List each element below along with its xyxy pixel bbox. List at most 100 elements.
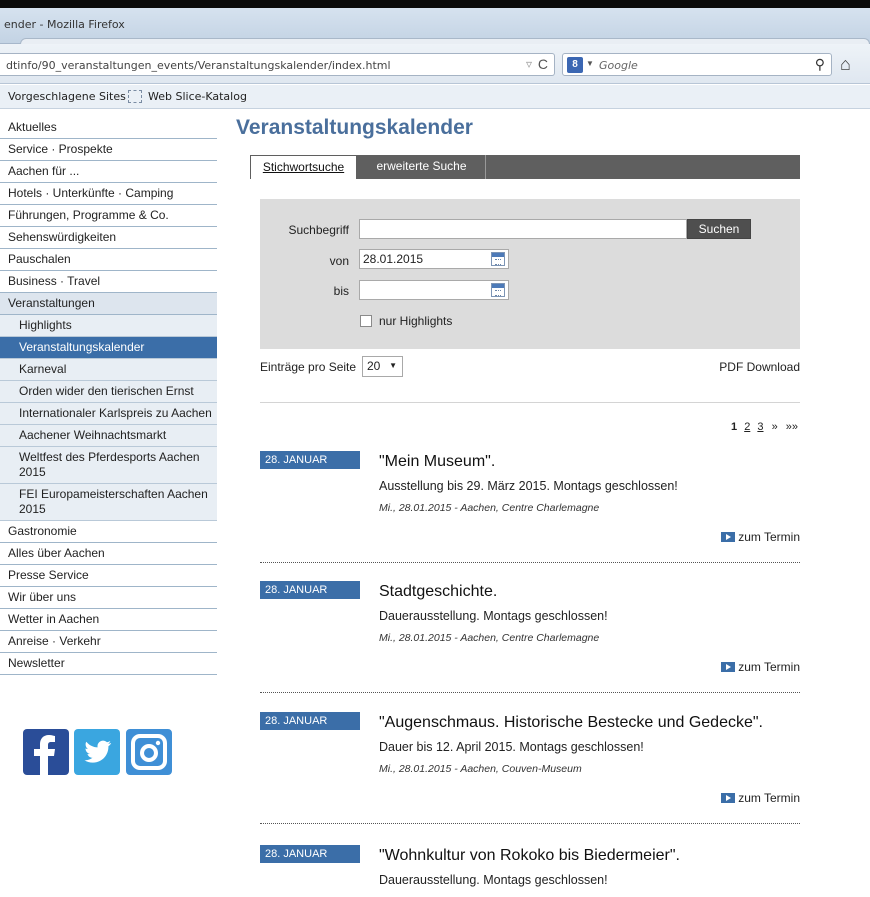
event-separator — [260, 562, 800, 563]
window-title: ender - Mozilla Firefox — [4, 18, 125, 31]
tab-stichwortsuche[interactable]: Stichwortsuche — [250, 155, 357, 179]
navigation-toolbar: dtinfo/90_veranstaltungen_events/Veranst… — [0, 44, 870, 84]
sidebar-item-business[interactable]: Business · Travel — [0, 271, 217, 293]
search-tabs: Stichwortsuche erweiterte Suche — [250, 155, 800, 179]
search-icon[interactable]: ⚲ — [815, 56, 825, 73]
calendar-icon[interactable] — [491, 252, 505, 266]
sidebar-item-alles-ueber-aachen[interactable]: Alles über Aachen — [0, 543, 217, 565]
event-details-link[interactable]: zum Termin — [721, 530, 800, 544]
pdf-download-link[interactable]: PDF Download — [719, 360, 800, 374]
event-meta: Mi., 28.01.2015 - Aachen, Centre Charlem… — [379, 502, 600, 514]
sidebar-item-anreise[interactable]: Anreise · Verkehr — [0, 631, 217, 653]
event-date-badge: 28. JANUAR — [260, 451, 360, 469]
page-link-2[interactable]: 2 — [744, 421, 750, 433]
sidebar-item-service[interactable]: Service · Prospekte — [0, 139, 217, 161]
sidebar-item-gastronomie[interactable]: Gastronomie — [0, 521, 217, 543]
chevron-down-icon: ▼ — [389, 361, 397, 370]
event-meta: Mi., 28.01.2015 - Aachen, Couven-Museum — [379, 763, 582, 775]
search-placeholder: Google — [599, 59, 638, 72]
event-link-label: zum Termin — [738, 530, 800, 544]
event-description: Dauer bis 12. April 2015. Montags geschl… — [379, 740, 644, 754]
url-text: dtinfo/90_veranstaltungen_events/Veranst… — [6, 59, 391, 72]
engine-dropdown-icon[interactable]: ▼ — [586, 59, 594, 68]
event-description: Ausstellung bis 29. März 2015. Montags g… — [379, 479, 678, 493]
sidebar-item-pauschalen[interactable]: Pauschalen — [0, 249, 217, 271]
per-page-value: 20 — [367, 359, 381, 373]
from-date-value: 28.01.2015 — [363, 252, 424, 266]
search-button[interactable]: Suchen — [687, 219, 751, 239]
event-title: "Augenschmaus. Historische Bestecke und … — [379, 714, 763, 731]
event-separator — [260, 692, 800, 693]
arrow-right-icon — [721, 793, 736, 803]
sidebar-item-fuehrungen[interactable]: Führungen, Programme & Co. — [0, 205, 217, 227]
to-date-input[interactable] — [359, 280, 509, 300]
home-icon[interactable]: ⌂ — [840, 54, 851, 75]
sidebar-item-wetter[interactable]: Wetter in Aachen — [0, 609, 217, 631]
search-form: Suchbegriff Suchen von 28.01.2015 bis nu… — [260, 199, 800, 349]
to-label: bis — [333, 284, 349, 298]
sidebar-item-aachen-fuer[interactable]: Aachen für ... — [0, 161, 217, 183]
reload-icon[interactable]: C — [538, 56, 548, 72]
submenu-item-weltfest[interactable]: Weltfest des Pferdesports Aachen 2015 — [0, 447, 217, 484]
per-page-label: Einträge pro Seite — [260, 360, 357, 374]
event-title: Stadtgeschichte. — [379, 583, 498, 600]
bookmark-star-icon[interactable]: ▿ — [526, 57, 532, 71]
submenu-item-orden[interactable]: Orden wider den tierischen Ernst — [0, 381, 217, 403]
bookmarks-toolbar: Vorgeschlagene Sites Web Slice-Katalog — [0, 85, 870, 109]
facebook-icon[interactable] — [23, 729, 69, 775]
event-description: Dauerausstellung. Montags geschlossen! — [379, 873, 608, 887]
sidebar-nav: Aktuelles Service · Prospekte Aachen für… — [0, 117, 217, 675]
event-date-badge: 28. JANUAR — [260, 581, 360, 599]
submenu-item-karneval[interactable]: Karneval — [0, 359, 217, 381]
search-bar[interactable]: 8 ▼ Google ⚲ — [562, 53, 832, 76]
instagram-icon[interactable] — [126, 729, 172, 775]
event-title: "Wohnkultur von Rokoko bis Biedermeier". — [379, 847, 680, 864]
event-title: "Mein Museum". — [379, 453, 496, 470]
sidebar-submenu: Highlights Veranstaltungskalender Karnev… — [0, 315, 217, 521]
event-meta: Mi., 28.01.2015 - Aachen, Centre Charlem… — [379, 632, 600, 644]
sidebar-item-veranstaltungen[interactable]: Veranstaltungen — [0, 293, 217, 315]
event-date-badge: 28. JANUAR — [260, 712, 360, 730]
submenu-item-fei[interactable]: FEI Europameisterschaften Aachen 2015 — [0, 484, 217, 521]
arrow-right-icon — [721, 532, 736, 542]
sidebar-item-presse[interactable]: Presse Service — [0, 565, 217, 587]
divider — [260, 402, 800, 403]
event-details-link[interactable]: zum Termin — [721, 791, 800, 805]
event-link-label: zum Termin — [738, 660, 800, 674]
calendar-icon[interactable] — [491, 283, 505, 297]
bookmark-web-slice[interactable]: Web Slice-Katalog — [148, 90, 247, 103]
sidebar-item-sehenswuerdigkeiten[interactable]: Sehenswürdigkeiten — [0, 227, 217, 249]
tab-erweiterte-suche[interactable]: erweiterte Suche — [358, 155, 486, 179]
arrow-right-icon — [721, 662, 736, 672]
window-titlebar: ender - Mozilla Firefox — [0, 8, 870, 48]
event-details-link[interactable]: zum Termin — [721, 660, 800, 674]
event-description: Dauerausstellung. Montags geschlossen! — [379, 609, 608, 623]
from-label: von — [329, 254, 349, 268]
twitter-icon[interactable] — [74, 729, 120, 775]
page-next[interactable]: » — [772, 421, 778, 433]
term-label: Suchbegriff — [288, 223, 350, 237]
page-last[interactable]: »» — [786, 421, 798, 433]
pagination: 1 2 3 » »» — [731, 421, 798, 433]
event-link-label: zum Termin — [738, 791, 800, 805]
submenu-item-highlights[interactable]: Highlights — [0, 315, 217, 337]
submenu-item-weihnachtsmarkt[interactable]: Aachener Weihnachtsmarkt — [0, 425, 217, 447]
from-date-input[interactable]: 28.01.2015 — [359, 249, 509, 269]
submenu-item-karlspreis[interactable]: Internationaler Karlspreis zu Aachen — [0, 403, 217, 425]
search-term-input[interactable] — [359, 219, 687, 239]
sidebar-item-hotels[interactable]: Hotels · Unterkünfte · Camping — [0, 183, 217, 205]
url-bar[interactable]: dtinfo/90_veranstaltungen_events/Veranst… — [0, 53, 555, 76]
google-engine-icon[interactable]: 8 — [567, 57, 583, 73]
sidebar-item-newsletter[interactable]: Newsletter — [0, 653, 217, 675]
bookmark-suggested-sites[interactable]: Vorgeschlagene Sites — [8, 90, 126, 103]
submenu-item-veranstaltungskalender[interactable]: Veranstaltungskalender — [0, 337, 217, 359]
page-link-3[interactable]: 3 — [757, 421, 763, 433]
per-page-select[interactable]: 20 ▼ — [362, 356, 403, 377]
sidebar-item-aktuelles[interactable]: Aktuelles — [0, 117, 217, 139]
highlights-checkbox[interactable] — [360, 315, 372, 327]
sidebar-item-wir-ueber-uns[interactable]: Wir über uns — [0, 587, 217, 609]
page-current: 1 — [731, 421, 738, 433]
highlights-label: nur Highlights — [379, 314, 453, 328]
page-title: Veranstaltungskalender — [236, 116, 473, 139]
web-slice-icon — [128, 90, 142, 103]
